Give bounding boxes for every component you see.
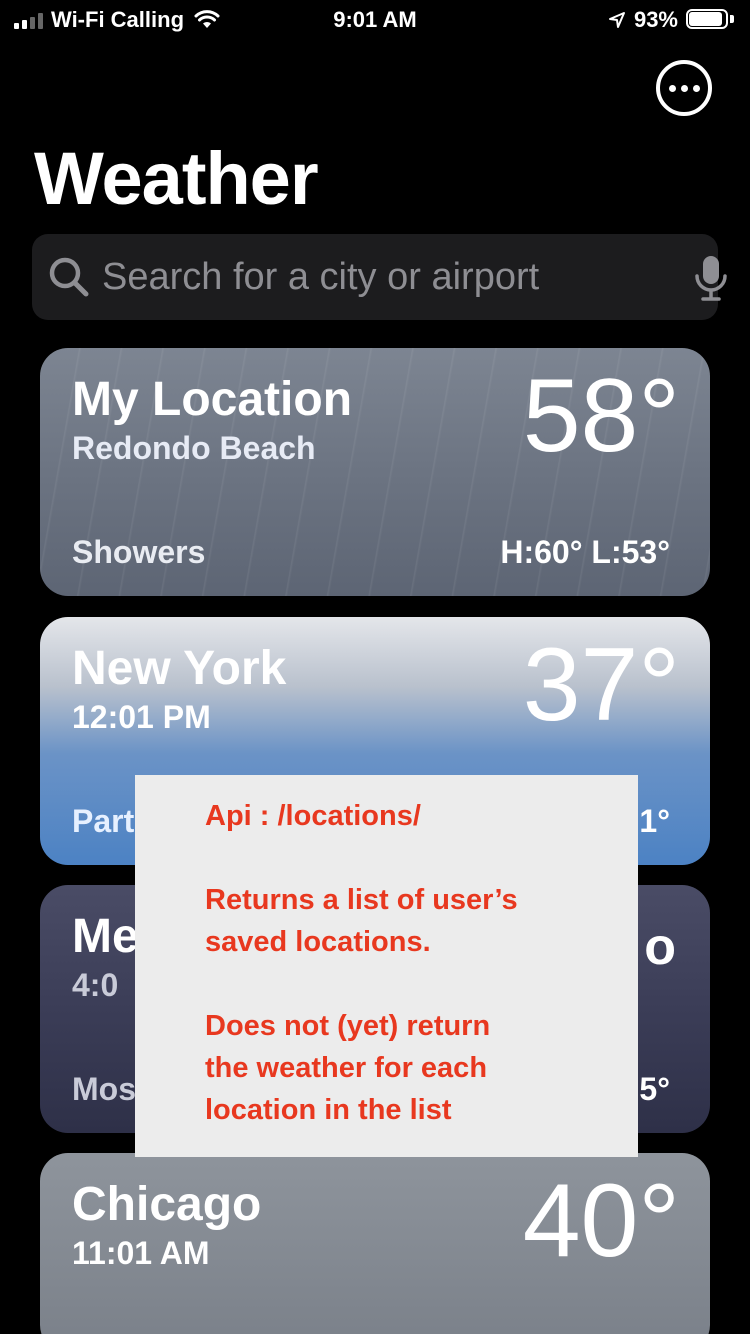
location-temperature: 40° [522,1163,680,1279]
location-condition: Mos [72,1071,136,1107]
battery-icon [686,9,736,31]
search-icon [49,257,89,297]
location-card-my-location[interactable]: My Location Redondo Beach 58° Showers H:… [40,348,710,596]
location-time: 4:0 [72,967,119,1003]
status-bar: Wi-Fi Calling 9:01 AM 93% [0,0,750,40]
search-input[interactable] [102,252,662,302]
battery-percent: 93% [633,7,678,32]
location-temperature: 58° [522,358,680,474]
more-options-button[interactable] [656,60,712,116]
ellipsis-circle-icon [668,84,676,92]
note-line: Api : /locations/ [205,800,421,832]
location-temperature: 37° [522,627,680,743]
location-card-chicago[interactable]: Chicago 11:01 AM 40° [40,1153,710,1334]
note-line: location in the list [205,1094,452,1126]
search-bar[interactable] [32,234,727,320]
location-condition: Part [72,803,135,839]
location-time: 11:01 AM [72,1235,210,1271]
location-subtitle: Redondo Beach [72,430,316,466]
status-right: 93% [608,7,736,33]
location-time: 12:01 PM [72,699,211,735]
location-high-low: 5° [639,1071,670,1107]
location-temperature: o [644,918,676,976]
location-name: Chicago [72,1178,262,1231]
location-name: My Location [72,373,353,426]
page-title: Weather [34,137,319,220]
note-line: Does not (yet) return [205,1010,491,1042]
location-high-low: 1° [639,803,670,839]
location-condition: Showers [72,534,206,570]
microphone-icon[interactable] [694,254,728,302]
note-line: Returns a list of user’s [205,884,518,916]
location-name: New York [72,642,287,695]
location-name: Me [72,910,139,963]
location-high-low: H:60° L:53° [500,534,670,570]
note-line: the weather for each [205,1052,488,1084]
note-line: saved locations. [205,926,431,958]
weather-screen: Wi-Fi Calling 9:01 AM 93% Weather Search… [0,0,750,1334]
location-arrow-icon [608,12,625,28]
api-annotation-note: Api : /locations/ Returns a list of user… [135,775,638,1157]
